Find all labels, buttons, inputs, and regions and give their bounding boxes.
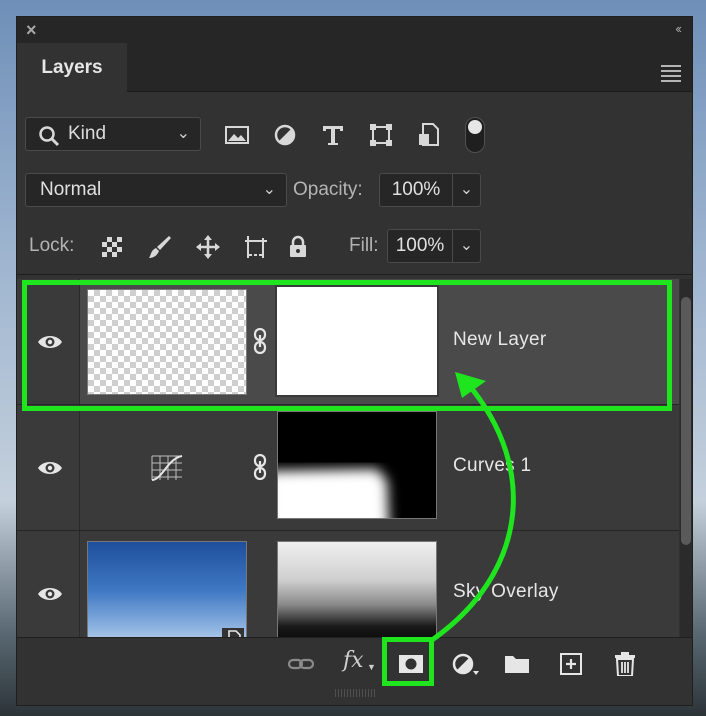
annotation-arrow bbox=[429, 372, 516, 643]
